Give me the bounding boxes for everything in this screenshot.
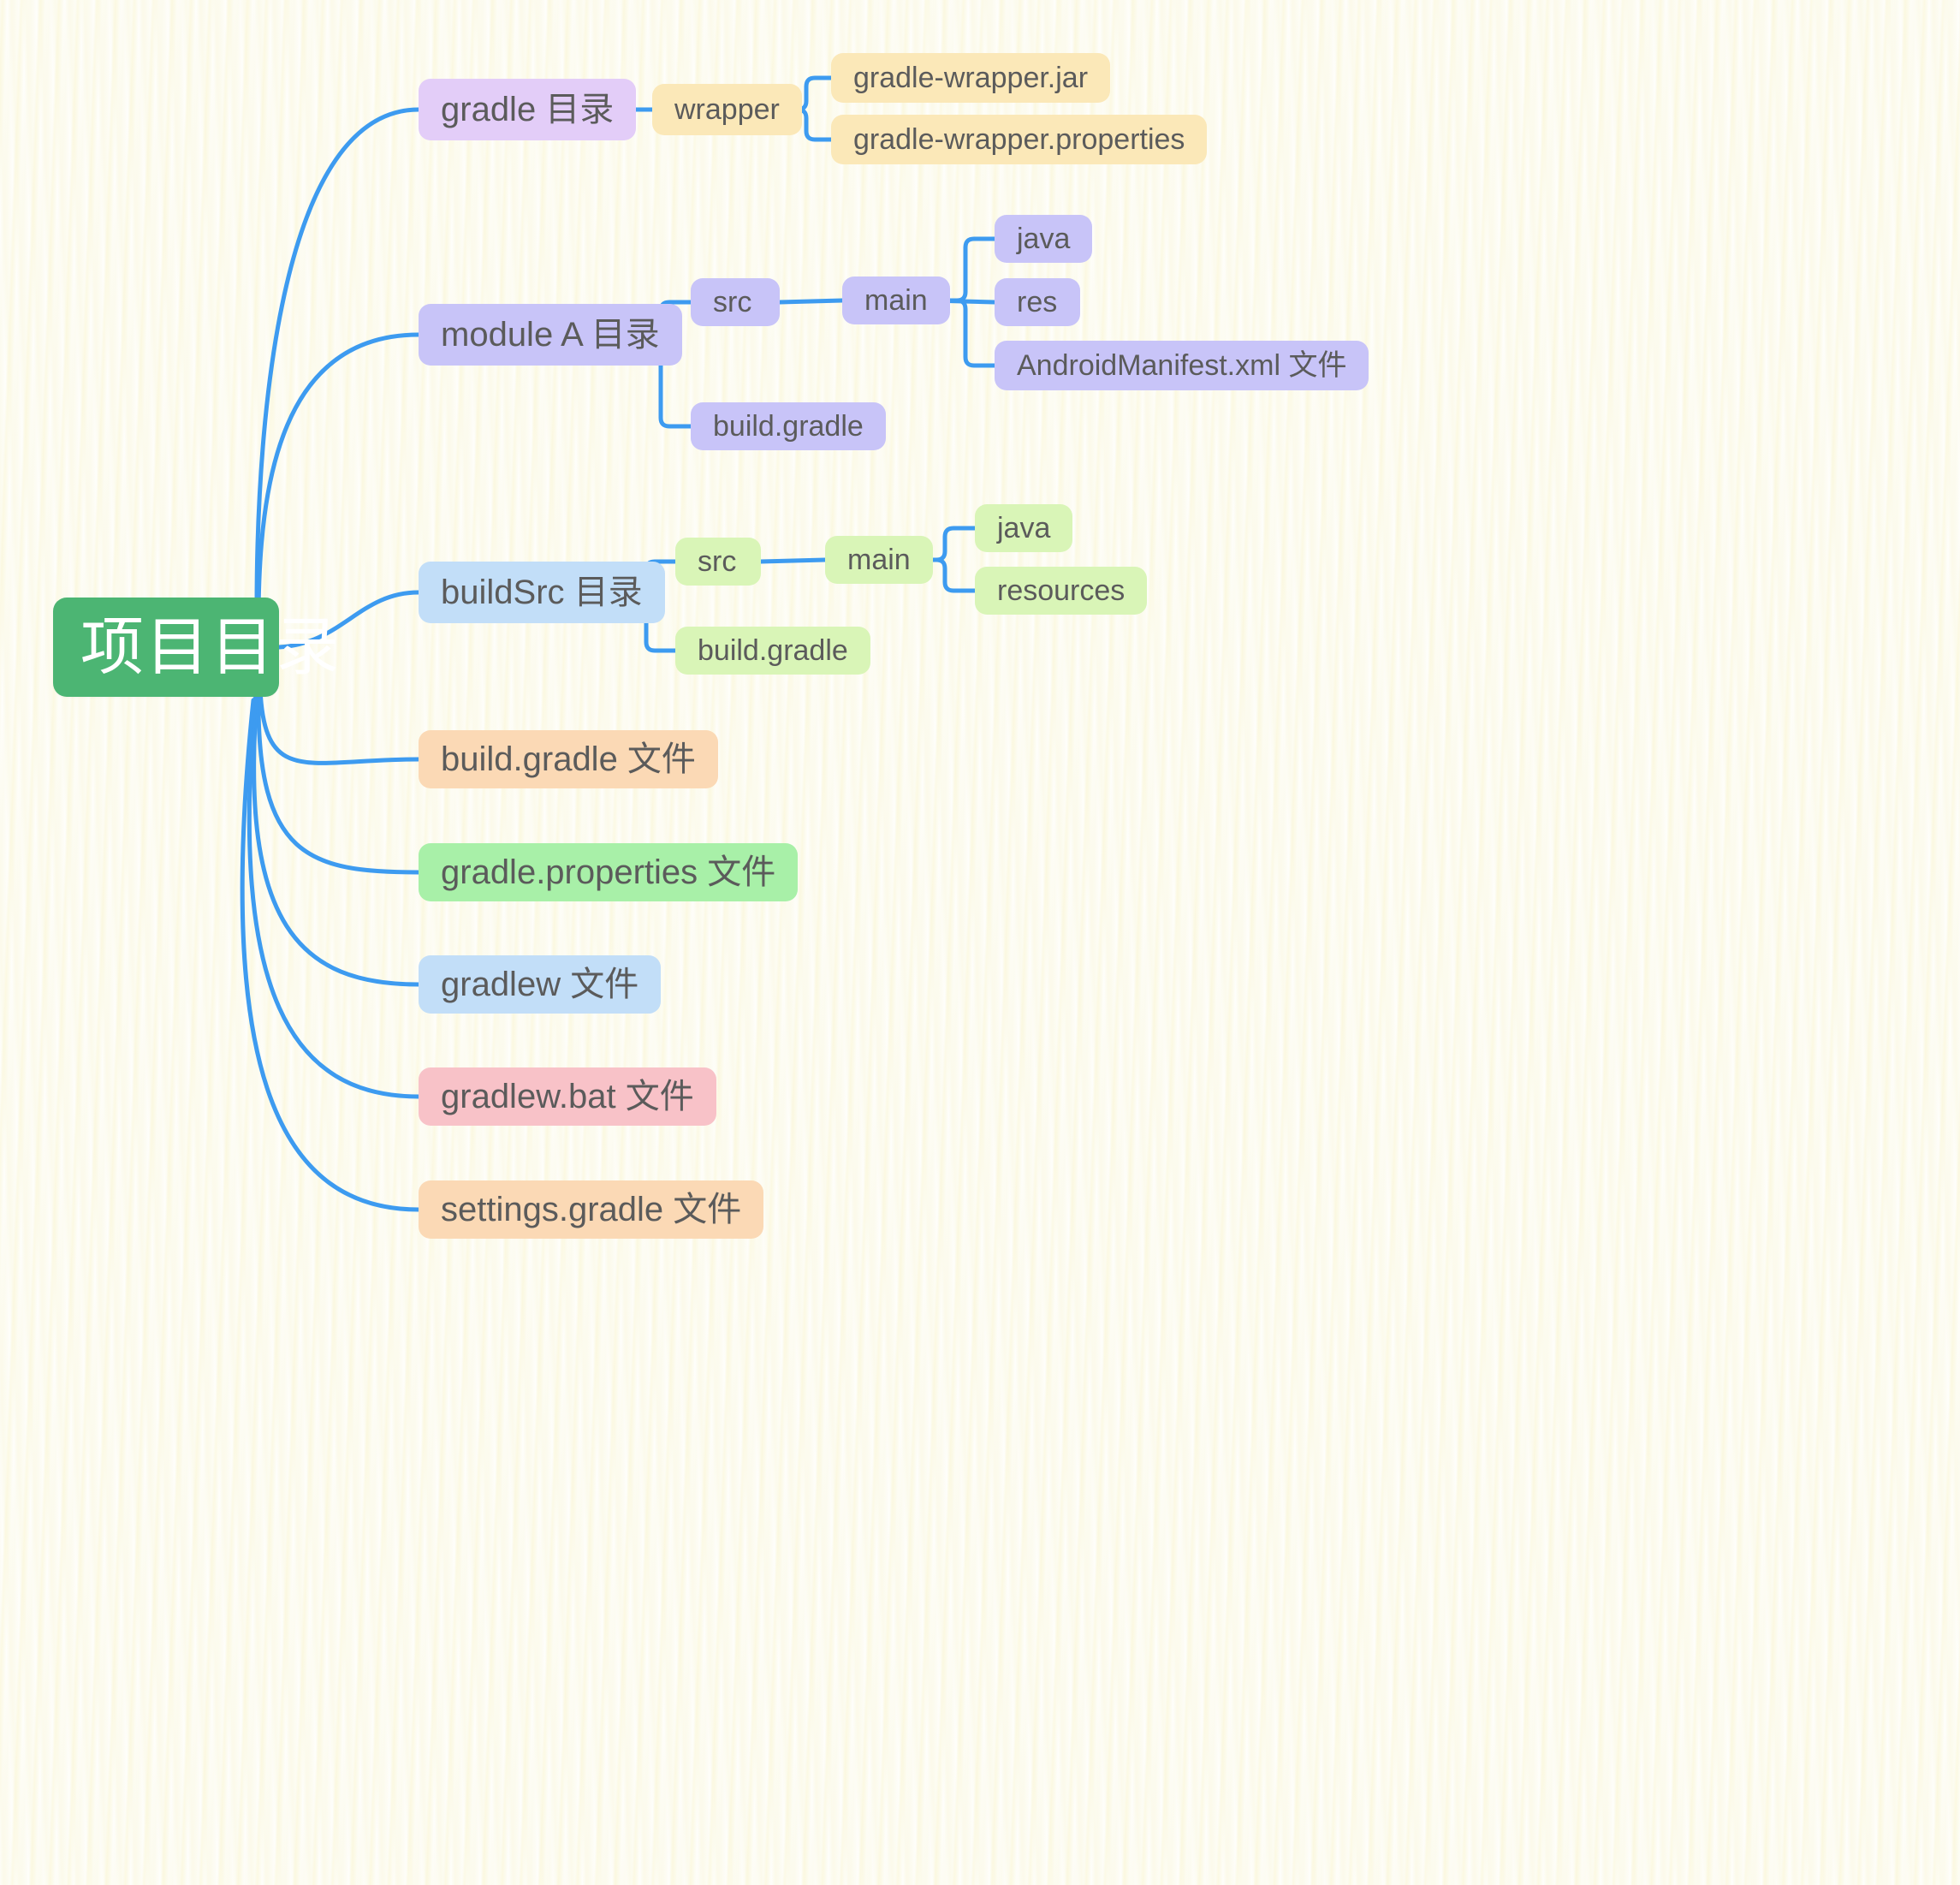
- node-label: build.gradle: [698, 634, 848, 667]
- node-label: src: [698, 545, 737, 578]
- node-module-a-buildgradle[interactable]: build.gradle: [691, 402, 886, 450]
- node-label: main: [847, 544, 911, 576]
- node-label: main: [864, 284, 928, 317]
- node-module-a-src[interactable]: src: [691, 278, 780, 326]
- node-label: java: [997, 512, 1051, 544]
- node-buildsrc-dir[interactable]: buildSrc 目录: [419, 562, 665, 623]
- node-module-a-dir[interactable]: module A 目录: [419, 304, 682, 366]
- node-label: gradle-wrapper.jar: [853, 62, 1089, 94]
- node-label: settings.gradle 文件: [441, 1191, 742, 1228]
- node-gradlew-file[interactable]: gradlew 文件: [419, 955, 662, 1014]
- root-node[interactable]: 项目目录: [53, 598, 339, 697]
- node-buildsrc-src[interactable]: src: [675, 538, 761, 586]
- node-build-gradle-file[interactable]: build.gradle 文件: [419, 730, 718, 788]
- root-node-label: 项目目录: [80, 611, 341, 682]
- node-buildsrc-java[interactable]: java: [975, 504, 1073, 552]
- node-label: java: [1017, 223, 1071, 255]
- node-gradle-dir[interactable]: gradle 目录: [419, 79, 637, 140]
- node-label: build.gradle: [713, 410, 864, 443]
- node-label: res: [1017, 286, 1058, 318]
- node-gradle-wrapper-properties[interactable]: gradle-wrapper.properties: [831, 115, 1208, 164]
- node-label: buildSrc 目录: [441, 574, 643, 611]
- node-label: AndroidManifest.xml 文件: [1017, 349, 1347, 382]
- node-label: gradlew 文件: [441, 966, 639, 1003]
- node-label: gradlew.bat 文件: [441, 1078, 694, 1115]
- node-buildsrc-buildgradle[interactable]: build.gradle: [675, 627, 870, 675]
- node-label: gradle.properties 文件: [441, 853, 776, 891]
- node-label: module A 目录: [441, 316, 660, 354]
- node-label: build.gradle 文件: [441, 740, 696, 778]
- node-label: src: [713, 286, 752, 318]
- node-label: gradle 目录: [441, 91, 615, 128]
- node-module-a-manifest[interactable]: AndroidManifest.xml 文件: [995, 341, 1369, 390]
- node-module-a-res[interactable]: res: [995, 278, 1080, 326]
- node-wrapper[interactable]: wrapper: [652, 84, 802, 135]
- node-gradle-wrapper-jar[interactable]: gradle-wrapper.jar: [831, 53, 1111, 103]
- node-gradle-properties-file[interactable]: gradle.properties 文件: [419, 843, 799, 901]
- node-buildsrc-resources[interactable]: resources: [975, 567, 1148, 615]
- node-gradlew-bat-file[interactable]: gradlew.bat 文件: [419, 1067, 716, 1126]
- node-label: wrapper: [674, 93, 780, 126]
- node-buildsrc-main[interactable]: main: [825, 536, 933, 584]
- mindmap-canvas: [0, 0, 1960, 1885]
- node-module-a-main[interactable]: main: [842, 277, 950, 324]
- node-label: gradle-wrapper.properties: [853, 123, 1185, 156]
- node-label: resources: [997, 574, 1126, 607]
- node-settings-gradle-file[interactable]: settings.gradle 文件: [419, 1180, 764, 1239]
- node-module-a-java[interactable]: java: [995, 215, 1093, 263]
